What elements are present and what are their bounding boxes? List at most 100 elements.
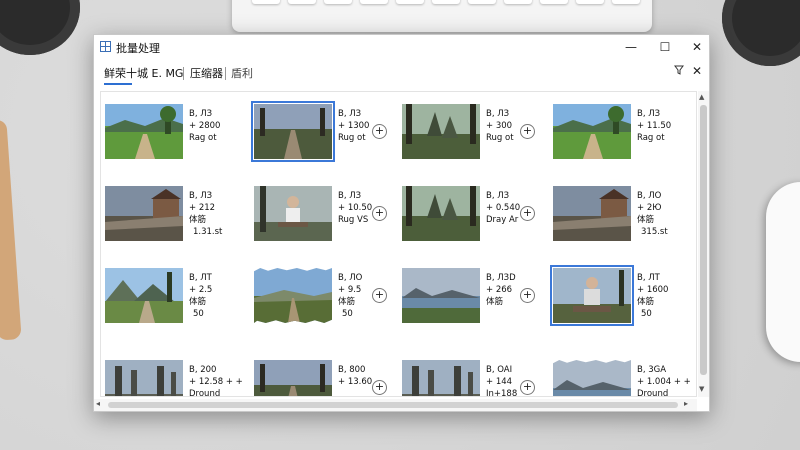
- add-icon[interactable]: +: [372, 124, 387, 139]
- add-icon[interactable]: +: [372, 288, 387, 303]
- image-info-suffix: 1.31.st: [193, 227, 223, 237]
- image-info-line: Rug VS: [338, 215, 369, 225]
- image-info-line: Rag ot: [189, 133, 217, 143]
- keyboard: [232, 0, 652, 32]
- image-info-line: B, ЛЗD: [486, 273, 516, 283]
- image-info-line: + 10.50: [338, 203, 373, 213]
- image-info-line: B, 200: [189, 365, 217, 375]
- image-info-line: B, ЛЗ: [486, 109, 510, 119]
- image-thumbnail[interactable]: [402, 186, 480, 241]
- image-info-line: + 12.58 + +: [189, 377, 243, 387]
- image-info: B, ЛЗ + 1300 Rug ot: [338, 108, 369, 144]
- add-icon[interactable]: +: [372, 206, 387, 221]
- image-tile[interactable]: B, OAI + 144 Jn+188 +: [402, 360, 552, 396]
- image-info-line: + 1300: [338, 121, 370, 131]
- add-icon[interactable]: +: [520, 288, 535, 303]
- batch-window: 批量处理 — ☐ ✕ 鲜荣十城 E. MG 压缩器 盾利 ✕ B, ЛЗ + 28…: [93, 34, 710, 412]
- image-thumbnail[interactable]: [254, 360, 332, 396]
- image-thumbnail[interactable]: [254, 268, 332, 323]
- image-tile[interactable]: B, ЛO + 9.5 体筋 50 +: [254, 268, 404, 332]
- image-info-line: + 300: [486, 121, 513, 131]
- active-tab-indicator: [104, 83, 132, 85]
- image-info-line: + 2800: [189, 121, 221, 131]
- image-thumbnail[interactable]: [553, 360, 631, 396]
- add-icon[interactable]: +: [520, 380, 535, 395]
- image-info-line: B, ЛЗ: [338, 109, 362, 119]
- add-icon[interactable]: +: [520, 206, 535, 221]
- image-info-line: Dround: [637, 389, 669, 397]
- image-tile[interactable]: B, ЛT + 1600 体筋 50: [550, 265, 696, 332]
- image-thumbnail[interactable]: [553, 186, 631, 241]
- image-info-line: + 1600: [637, 285, 669, 295]
- add-icon[interactable]: +: [520, 124, 535, 139]
- image-thumbnail[interactable]: [105, 186, 183, 241]
- tab-compressor[interactable]: 压缩器: [190, 65, 223, 81]
- image-info-line: B, ЛT: [637, 273, 660, 283]
- scroll-left-icon[interactable]: ◂: [96, 399, 100, 408]
- image-info: B, ЛЗ + 0.540 Dray Ar: [486, 190, 520, 226]
- tab-batch[interactable]: 鲜荣十城 E. MG: [104, 65, 183, 81]
- image-thumbnail[interactable]: [402, 360, 480, 396]
- image-tile[interactable]: B, ЛT + 2.5 体筋 50: [105, 268, 255, 332]
- tab-separator: [225, 67, 226, 80]
- image-tile[interactable]: B, 200 + 12.58 + + Dround: [105, 360, 255, 397]
- image-thumbnail[interactable]: [254, 186, 332, 241]
- vertical-scrollbar[interactable]: ▲ ▼: [698, 91, 709, 397]
- image-info-line: B, ЛЗ: [637, 109, 661, 119]
- image-tile[interactable]: B, ЛЗ + 300 Rug ot +: [402, 104, 552, 168]
- tab-third[interactable]: 盾利: [231, 65, 253, 81]
- minimize-button[interactable]: —: [614, 35, 648, 59]
- image-tile[interactable]: B, ЛЗD + 266 体筋 +: [402, 268, 552, 332]
- image-info-line: + 11.50: [637, 121, 672, 131]
- scrollbar-thumb[interactable]: [108, 402, 678, 408]
- image-info-line: B, ЛЗ: [189, 191, 213, 201]
- app-icon: [100, 41, 111, 52]
- scrollbar-thumb[interactable]: [700, 105, 707, 375]
- image-tile[interactable]: B, ЛЗ + 10.50 Rug VS +: [254, 186, 404, 250]
- image-info-line: Rag ot: [637, 133, 665, 143]
- maximize-button[interactable]: ☐: [648, 35, 682, 59]
- image-info: B, ЛO + 2Ю 体筋 315.st: [637, 190, 668, 238]
- image-thumbnail[interactable]: [402, 268, 480, 323]
- image-tile[interactable]: B, 800 + 13.60 +: [254, 360, 404, 396]
- image-tile[interactable]: B, ЛЗ + 0.540 Dray Ar +: [402, 186, 552, 250]
- image-thumbnail[interactable]: [550, 265, 634, 326]
- image-grid: B, ЛЗ + 2800 Rag ot B, ЛЗ + 1300 Rug ot + B, ЛЗ…: [100, 91, 697, 397]
- image-tile[interactable]: B, ЛЗ + 212 体筋 1.31.st: [105, 186, 255, 250]
- image-info-line: + 2Ю: [637, 203, 662, 213]
- image-info-line: B, OAI: [486, 365, 513, 375]
- image-info-line: B, 3GA: [637, 365, 667, 375]
- filter-icon[interactable]: [674, 65, 684, 78]
- close-button[interactable]: ✕: [680, 35, 714, 59]
- image-tile[interactable]: B, ЛO + 2Ю 体筋 315.st: [553, 186, 696, 250]
- image-info-line: 体筋: [637, 297, 655, 307]
- image-tile[interactable]: B, ЛЗ + 2800 Rag ot: [105, 104, 255, 168]
- add-icon[interactable]: +: [372, 380, 387, 395]
- image-info: B, OAI + 144 Jn+188: [486, 364, 517, 396]
- image-info-line: B, 800: [338, 365, 366, 375]
- scroll-down-icon[interactable]: ▼: [699, 385, 704, 393]
- scroll-up-icon[interactable]: ▲: [699, 93, 704, 101]
- image-info-suffix: 315.st: [641, 227, 668, 237]
- image-tile[interactable]: B, ЛЗ + 1300 Rug ot +: [251, 101, 404, 168]
- image-info: B, 800 + 13.60: [338, 364, 372, 388]
- image-info-line: Dround: [189, 389, 221, 397]
- scroll-right-icon[interactable]: ▸: [684, 399, 688, 408]
- image-info: B, ЛЗ + 10.50 Rug VS: [338, 190, 372, 226]
- pencil: [0, 119, 22, 341]
- image-info: B, ЛT + 2.5 体筋 50: [189, 272, 212, 320]
- image-tile[interactable]: B, 3GA + 1.004 + + Dround: [553, 360, 696, 397]
- image-thumbnail[interactable]: [251, 101, 335, 162]
- image-tile[interactable]: B, ЛЗ + 11.50 Rag ot: [553, 104, 696, 168]
- image-thumbnail[interactable]: [105, 360, 183, 396]
- horizontal-scrollbar[interactable]: ◂ ▸: [94, 399, 697, 411]
- image-thumbnail[interactable]: [553, 104, 631, 159]
- image-info: B, ЛЗ + 212 体筋 1.31.st: [189, 190, 222, 238]
- image-thumbnail[interactable]: [402, 104, 480, 159]
- image-info-line: B, ЛЗ: [189, 109, 213, 119]
- image-info-line: 体筋: [486, 297, 504, 307]
- image-thumbnail[interactable]: [105, 104, 183, 159]
- image-thumbnail[interactable]: [105, 268, 183, 323]
- panel-close-button[interactable]: ✕: [692, 64, 702, 78]
- image-info-line: + 266: [486, 285, 513, 295]
